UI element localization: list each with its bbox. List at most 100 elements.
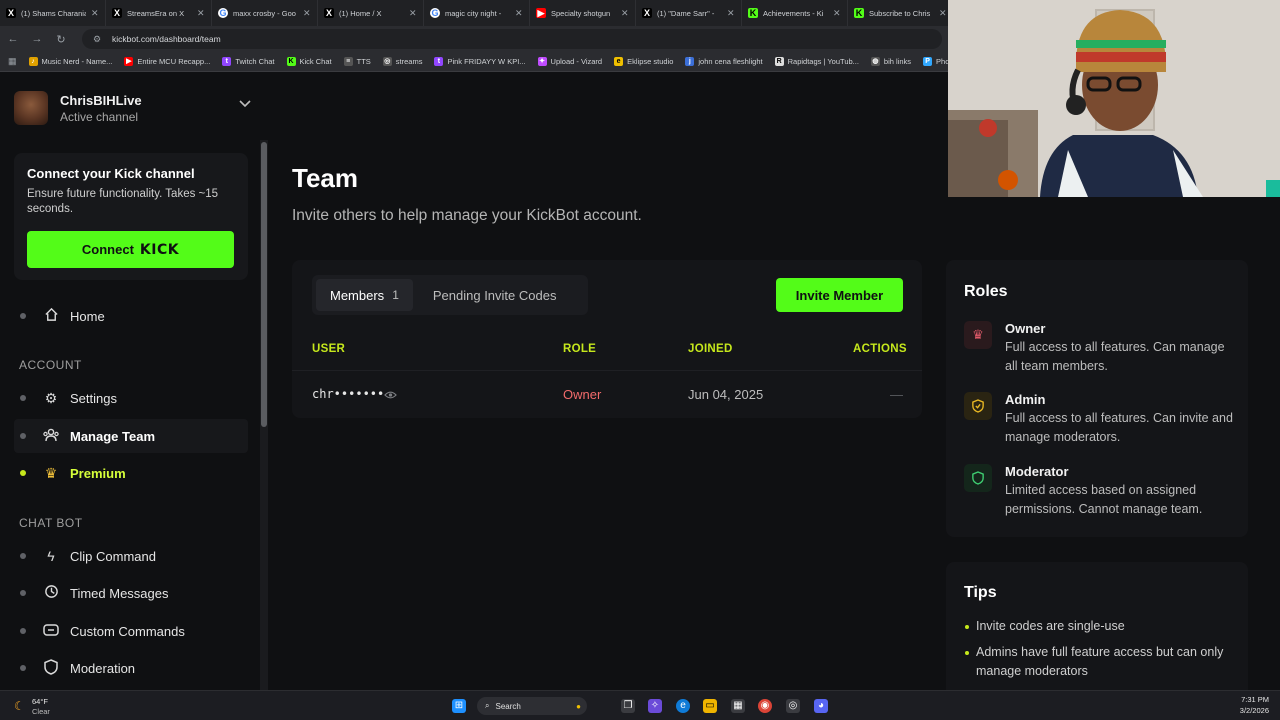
bookmark[interactable]: ✦ Upload - Vizard	[537, 57, 603, 66]
chevron-down-icon[interactable]	[238, 98, 252, 112]
bookmark-favicon-icon: ♪	[28, 57, 38, 66]
invite-member-button[interactable]: Invite Member	[776, 278, 903, 312]
browser-tab[interactable]: X (1) "Dame Sarr" - ✕	[636, 0, 742, 26]
page-subtitle: Invite others to help manage your KickBo…	[292, 207, 642, 224]
close-icon[interactable]: ✕	[197, 8, 205, 19]
bookmark-label: TTS	[356, 57, 371, 66]
nav-label: Custom Commands	[70, 623, 185, 639]
forward-icon[interactable]: →	[30, 33, 44, 45]
back-icon[interactable]: ←	[6, 33, 20, 45]
site-info-icon[interactable]: ⚙	[90, 34, 104, 45]
bookmark[interactable]: ≡ TTS	[343, 57, 371, 66]
youtube-icon: ▶	[536, 8, 546, 18]
bookmark-label: Upload - Vizard	[550, 57, 603, 66]
sidebar-item-timed-messages[interactable]: Timed Messages	[14, 576, 248, 610]
nav-dot	[20, 313, 26, 319]
sidebar-item-settings[interactable]: ⚙ Settings	[14, 381, 248, 415]
clock-time[interactable]: 7:31 PM	[1225, 695, 1269, 704]
section-chat-bot: CHAT BOT	[19, 516, 83, 530]
file-explorer-icon[interactable]: ▭	[703, 699, 717, 713]
kick-icon: K	[286, 57, 296, 66]
bookmark[interactable]: t Pink FRIDAYY W KPI...	[434, 57, 526, 66]
browser-tab[interactable]: X StreamsEra on X ✕	[106, 0, 212, 26]
tab-members[interactable]: Members 1	[316, 279, 413, 311]
discord-icon[interactable]: ◕	[814, 699, 828, 713]
tip-item: Admins have full feature access but can …	[976, 645, 1224, 678]
bookmark-label: Twitch Chat	[235, 57, 275, 66]
close-icon[interactable]: ✕	[621, 8, 629, 19]
close-icon[interactable]: ✕	[409, 8, 417, 19]
lightning-icon: ϟ	[47, 548, 55, 564]
tab-label: (1) "Dame Sarr" -	[657, 8, 715, 18]
sidebar-item-custom-commands[interactable]: Custom Commands	[14, 614, 248, 648]
weather-widget[interactable]: ☾ 64°F Clear	[12, 696, 72, 716]
channel-switcher[interactable]: ChrisBIHLive Active channel	[14, 88, 254, 128]
obs-icon[interactable]: ◎	[786, 699, 800, 713]
bookmark[interactable]: ◍ bih links	[870, 57, 911, 66]
nav-dot	[20, 433, 26, 439]
edge-icon[interactable]: e	[676, 699, 690, 713]
close-icon[interactable]: ✕	[303, 8, 311, 19]
moon-icon: ☾	[14, 699, 25, 713]
bookmark[interactable]: ◎ streams	[382, 57, 423, 66]
taskbar-search[interactable]: ⌕ Search ●	[477, 697, 587, 715]
sidebar-item-manage-team[interactable]: Manage Team	[14, 419, 248, 453]
task-view-icon[interactable]: ❐	[621, 699, 635, 713]
nav-label: Clip Command	[70, 548, 156, 564]
copilot-icon[interactable]: ✧	[648, 699, 662, 713]
close-icon[interactable]: ✕	[833, 8, 841, 19]
bullet	[965, 625, 969, 629]
close-icon[interactable]: ✕	[91, 8, 99, 19]
bookmark[interactable]: ▶ Entire MCU Recapp...	[124, 57, 210, 66]
close-icon[interactable]: ✕	[727, 8, 735, 19]
bookmark[interactable]: j john cena fleshlight	[685, 57, 763, 66]
shield-icon	[964, 464, 992, 492]
apps-grid-icon[interactable]: ▦	[8, 56, 17, 67]
address-bar-row: ← → ↻ ⚙ kickbot.com/dashboard/team	[0, 26, 948, 52]
url-text: kickbot.com/dashboard/team	[112, 34, 221, 44]
nav-dot	[20, 628, 26, 634]
sidebar-item-clip-command[interactable]: ϟ Clip Command	[14, 539, 248, 573]
tab-label: StreamsEra on X	[127, 8, 185, 18]
clock-date[interactable]: 3/2/2026	[1225, 706, 1269, 715]
roles-title: Roles	[964, 283, 1008, 300]
url-field[interactable]: ⚙ kickbot.com/dashboard/team	[82, 29, 942, 49]
nav-dot	[20, 665, 26, 671]
role-name-admin: Admin	[1005, 392, 1046, 407]
connect-kick-button[interactable]: Connect KICK	[27, 231, 234, 268]
windows-start-icon[interactable]: ⊞	[452, 699, 466, 713]
tab-label: Achievements - Ki	[763, 8, 824, 18]
browser-tab[interactable]: K Achievements - Ki ✕	[742, 0, 848, 26]
bookmark[interactable]: ♪ Music Nerd - Name...	[28, 57, 112, 66]
channel-name: ChrisBIHLive	[60, 92, 142, 108]
browser-tab[interactable]: K Subscribe to Chris ✕	[848, 0, 948, 26]
bookmark[interactable]: PPhotop	[923, 57, 948, 66]
browser-tab[interactable]: Gmaxx crosby - Goo ✕	[212, 0, 318, 26]
nav-dot	[20, 470, 26, 476]
photopea-icon: P	[923, 57, 933, 66]
chrome-icon[interactable]: ◉	[758, 699, 772, 713]
browser-tab[interactable]: Gmagic city night - ✕	[424, 0, 530, 26]
bookmark[interactable]: e Eklipse studio	[614, 57, 673, 66]
bookmark[interactable]: K Kick Chat	[286, 57, 332, 66]
browser-tab[interactable]: X (1) Shams Charania ✕	[0, 0, 106, 26]
browser-tab[interactable]: X (1) Home / X ✕	[318, 0, 424, 26]
tag-icon	[42, 623, 60, 639]
browser-tab[interactable]: ▶ Specialty shotgun ✕	[530, 0, 636, 26]
sidebar-item-premium[interactable]: ♛ Premium	[14, 456, 248, 490]
close-icon[interactable]: ✕	[939, 8, 947, 19]
column-header-joined: JOINED	[688, 343, 733, 355]
reveal-eye-icon[interactable]	[384, 388, 397, 403]
store-icon[interactable]: ▦	[731, 699, 745, 713]
tab-pending-invite-codes[interactable]: Pending Invite Codes	[419, 279, 571, 311]
reload-icon[interactable]: ↻	[54, 33, 68, 46]
bookmark-label: streams	[395, 57, 423, 66]
nav-label: Settings	[70, 390, 117, 406]
sidebar-item-moderation[interactable]: Moderation	[14, 651, 248, 685]
globe-icon: ◍	[870, 57, 880, 66]
bookmark[interactable]: t Twitch Chat	[222, 57, 275, 66]
bookmark[interactable]: R Rapidtags | YouTub...	[774, 57, 859, 66]
close-icon[interactable]: ✕	[515, 8, 523, 19]
sidebar-item-home[interactable]: Home	[14, 299, 248, 333]
sidebar-scrollbar-thumb[interactable]	[261, 142, 267, 427]
